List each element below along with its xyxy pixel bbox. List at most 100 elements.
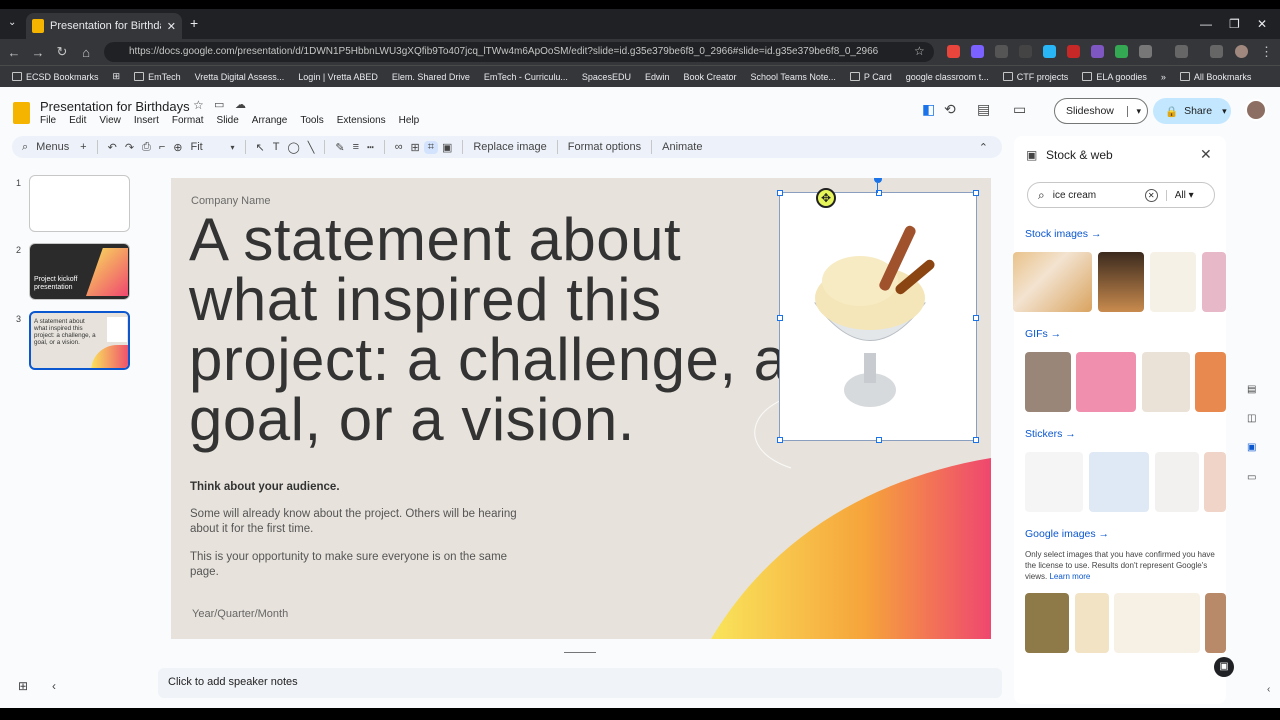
menu-format[interactable]: Format [172,115,204,126]
audience-paragraph[interactable]: This is your opportunity to make sure ev… [190,550,530,580]
back-icon[interactable]: ← [2,45,26,60]
border-dash-icon[interactable]: ┅ [363,141,378,154]
more-bookmarks-icon[interactable]: » [1161,72,1166,82]
clear-search-icon[interactable]: ✕ [1144,188,1158,202]
date-placeholder[interactable]: Year/Quarter/Month [192,608,288,620]
resize-handle[interactable] [973,437,979,443]
menu-file[interactable]: File [40,115,56,126]
bookmark-item[interactable]: School Teams Note... [751,72,836,82]
extension-icon[interactable] [947,45,960,58]
slide-thumbnail-3[interactable]: A statement about what inspired this pro… [29,311,130,370]
hide-side-panel-icon[interactable]: ‹ [1267,684,1270,695]
home-icon[interactable]: ⌂ [74,45,98,60]
meet-icon[interactable]: ◧ [922,101,935,118]
menus-search-label[interactable]: Menus [32,141,76,153]
google-image-result[interactable] [1205,593,1226,653]
stock-image-result[interactable] [1013,252,1092,312]
undo-icon[interactable]: ↶ [104,141,121,154]
shape-icon[interactable]: ◯ [283,141,303,154]
avatar[interactable] [1245,99,1267,121]
menu-tools[interactable]: Tools [300,115,323,126]
replace-image-button[interactable]: Replace image [469,141,550,153]
menu-edit[interactable]: Edit [69,115,86,126]
extension-icon[interactable] [1067,45,1080,58]
bookmark-item[interactable]: Book Creator [683,72,736,82]
border-color-icon[interactable]: ✎ [331,141,348,154]
reading-list-icon[interactable] [1210,45,1223,58]
mask-image-icon[interactable]: ▣ [438,141,456,154]
zoom-dropdown-icon[interactable]: ▾ [227,143,239,152]
url-input[interactable]: https://docs.google.com/presentation/d/1… [104,42,934,62]
slideshow-button[interactable]: Slideshow ▾ [1054,98,1148,124]
gif-result[interactable] [1025,352,1071,412]
menu-slide[interactable]: Slide [217,115,239,126]
reload-icon[interactable]: ↻ [50,44,74,60]
new-tab-icon[interactable]: + [190,15,198,31]
video-call-icon[interactable]: ▭ [1013,101,1026,118]
print-icon[interactable]: ⎙ [138,141,155,154]
apps-grid-icon[interactable]: ⊞ [113,71,121,82]
stock-image-result[interactable] [1150,252,1196,312]
slide-thumbnail-1[interactable] [29,175,130,232]
menu-insert[interactable]: Insert [134,115,159,126]
resize-handle[interactable] [777,437,783,443]
bookmark-item[interactable]: P Card [849,72,892,82]
forward-icon[interactable]: → [26,45,50,60]
resize-handle[interactable] [973,315,979,321]
gif-result[interactable] [1195,352,1226,412]
close-window-icon[interactable]: ✕ [1257,17,1267,31]
profile-icon[interactable] [1235,45,1248,58]
audience-heading[interactable]: Think about your audience. [190,481,340,493]
zoom-icon[interactable]: ⊕ [169,141,186,154]
extension-icon[interactable] [971,45,984,58]
menu-view[interactable]: View [99,115,121,126]
keep-icon[interactable]: ▤ [1247,384,1256,395]
filter-select[interactable]: All ▾ [1165,189,1194,201]
bookmark-item[interactable]: google classroom t... [906,72,989,82]
comments-icon[interactable]: ▤ [977,101,990,118]
bookmark-item[interactable]: ELA goodies [1082,72,1147,82]
animate-button[interactable]: Animate [658,141,706,153]
extension-icon[interactable] [1091,45,1104,58]
resize-handle[interactable] [876,437,882,443]
collapse-toolbar-icon[interactable]: ⌃ [975,141,992,154]
version-history-icon[interactable]: ⟲ [944,101,956,118]
sticker-result[interactable] [1089,452,1149,512]
sticker-result[interactable] [1155,452,1199,512]
sticker-result[interactable] [1025,452,1083,512]
bookmark-item[interactable]: All Bookmarks [1179,72,1251,82]
border-weight-icon[interactable]: ≡ [349,141,363,153]
bookmark-item[interactable]: EmTech - Curriculu... [484,72,568,82]
tab-list-icon[interactable]: ⌄ [8,17,16,28]
slideshow-dropdown-icon[interactable]: ▾ [1127,105,1141,117]
ice-cream-image[interactable] [777,190,979,443]
select-cursor-icon[interactable]: ↖ [252,141,269,154]
redo-icon[interactable]: ↷ [121,141,138,154]
resize-handle[interactable] [777,315,783,321]
google-image-result[interactable] [1075,593,1109,653]
stock-image-result[interactable] [1098,252,1144,312]
slide-canvas[interactable]: Company Name A statement about what insp… [171,178,991,639]
resize-handle[interactable] [973,190,979,196]
learn-more-link[interactable]: Learn more [1049,572,1090,581]
bookmark-item[interactable]: Elem. Shared Drive [392,72,470,82]
speaker-notes[interactable]: Click to add speaker notes [158,668,1002,698]
notes-resize-handle[interactable] [564,652,596,653]
crop-icon[interactable]: ⌗ [423,140,438,154]
extensions-puzzle-icon[interactable] [1139,45,1152,58]
section-stock-images[interactable]: Stock images → [1025,228,1101,240]
line-icon[interactable]: ╲ [304,141,319,154]
extension-icon[interactable] [995,45,1008,58]
zoom-select[interactable]: Fit [187,141,227,153]
share-dropdown-icon[interactable]: ▾ [1222,106,1227,117]
paint-format-icon[interactable]: ⌐ [155,141,169,153]
close-tab-icon[interactable]: ✕ [167,20,176,33]
section-gifs[interactable]: GIFs → [1025,328,1061,340]
bookmark-item[interactable]: CTF projects [1002,72,1068,82]
statement-heading[interactable]: A statement about what inspired this pro… [189,210,789,450]
cast-icon[interactable] [1175,45,1188,58]
bookmark-star-icon[interactable]: ☆ [914,44,925,58]
menu-extensions[interactable]: Extensions [337,115,386,126]
assistant-icon[interactable]: ▣ [1214,657,1234,677]
browser-menu-icon[interactable]: ⋮ [1260,44,1273,60]
